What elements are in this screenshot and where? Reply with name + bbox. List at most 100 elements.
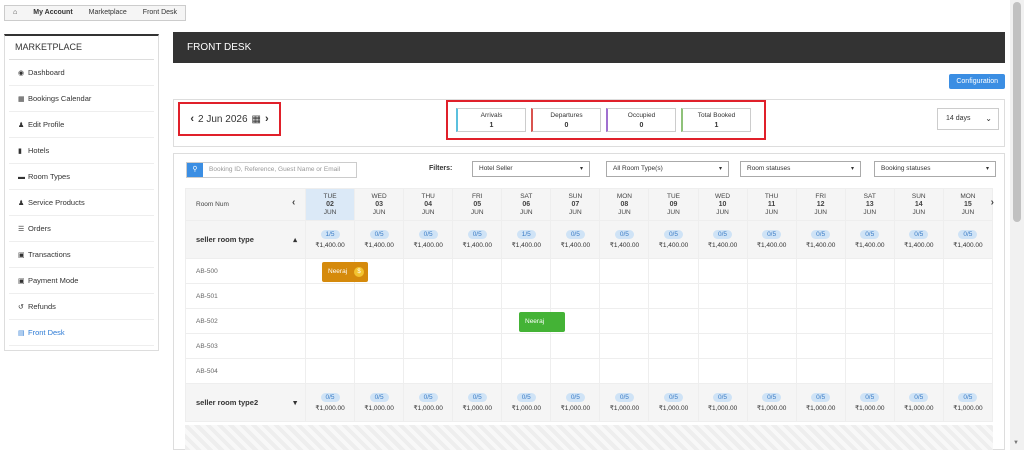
room-day-cell[interactable] [354,308,405,334]
room-day-cell[interactable] [599,308,650,334]
next-date-icon[interactable]: › [265,113,269,125]
room-day-cell[interactable] [844,308,895,334]
search-input[interactable]: Booking ID, Reference, Guest Name or Ema… [203,163,340,177]
room-day-cell[interactable] [795,358,846,384]
hotel-filter[interactable]: Hotel Seller ▾ [472,161,590,177]
room-day-cell[interactable] [942,258,994,284]
room-day-cell[interactable] [501,333,552,359]
room-day-cell[interactable] [942,333,994,359]
room-status-filter[interactable]: Room statuses ▾ [740,161,861,177]
room-day-cell[interactable] [452,333,503,359]
room-day-cell[interactable] [746,283,797,309]
sidebar-item-service-products[interactable]: ♟ Service Products [9,190,154,216]
booking-bar[interactable]: Neeraj $ [322,262,368,282]
room-day-cell[interactable] [550,333,601,359]
scrollbar[interactable]: ▼ [1010,0,1024,450]
sidebar-item-front-desk[interactable]: ▤ Front Desk [9,320,154,346]
sidebar-item-payment-mode[interactable]: ▣ Payment Mode [9,268,154,294]
room-day-cell[interactable] [599,358,650,384]
configuration-button[interactable]: Configuration [949,74,1005,89]
room-day-cell[interactable] [354,358,405,384]
room-day-cell[interactable] [844,283,895,309]
room-day-cell[interactable] [893,308,944,334]
room-day-cell[interactable] [501,358,552,384]
room-day-cell[interactable] [403,283,454,309]
breadcrumb-my-account[interactable]: My Account [25,6,80,20]
room-day-cell[interactable] [648,333,699,359]
info-icon[interactable]: $ [354,267,364,277]
room-day-cell[interactable] [403,308,454,334]
room-day-cell[interactable] [599,333,650,359]
caret-down-icon[interactable]: ▾ [293,398,297,407]
booking-status-filter[interactable]: Booking statuses ▾ [874,161,996,177]
room-day-cell[interactable] [795,283,846,309]
sidebar-item-orders[interactable]: ☰ Orders [9,216,154,242]
caret-up-icon[interactable]: ▴ [293,235,297,244]
room-day-cell[interactable] [354,333,405,359]
room-day-cell[interactable] [893,333,944,359]
room-day-cell[interactable] [550,258,601,284]
room-day-cell[interactable] [648,283,699,309]
room-day-cell[interactable] [550,283,601,309]
room-day-cell[interactable] [304,358,356,384]
room-day-cell[interactable] [893,283,944,309]
room-day-cell[interactable] [550,358,601,384]
room-day-cell[interactable] [697,308,748,334]
room-day-cell[interactable] [844,333,895,359]
room-day-cell[interactable] [697,358,748,384]
next-days-icon[interactable]: › [991,198,994,208]
sidebar-item-room-types[interactable]: ▬ Room Types [9,164,154,190]
room-day-cell[interactable] [403,258,454,284]
home-icon[interactable]: ⌂ [5,6,25,20]
room-day-cell[interactable] [648,308,699,334]
room-day-cell[interactable] [452,258,503,284]
room-day-cell[interactable] [844,358,895,384]
room-day-cell[interactable] [795,308,846,334]
room-day-cell[interactable] [746,258,797,284]
room-day-cell[interactable] [304,308,356,334]
room-day-cell[interactable] [795,333,846,359]
days-select[interactable]: 14 days ⌄ [937,108,999,130]
breadcrumb-marketplace[interactable]: Marketplace [81,6,135,20]
prev-days-icon[interactable]: ‹ [292,198,295,208]
sidebar-item-transactions[interactable]: ▣ Transactions [9,242,154,268]
room-day-cell[interactable] [403,333,454,359]
room-day-cell[interactable] [501,258,552,284]
sidebar-item-hotels[interactable]: ▮ Hotels [9,138,154,164]
room-day-cell[interactable] [648,358,699,384]
room-day-cell[interactable] [942,308,994,334]
sidebar-item-refunds[interactable]: ↺ Refunds [9,294,154,320]
sidebar-item-edit-profile[interactable]: ♟ Edit Profile [9,112,154,138]
room-day-cell[interactable] [746,333,797,359]
room-day-cell[interactable] [746,308,797,334]
room-day-cell[interactable] [354,283,405,309]
room-day-cell[interactable] [746,358,797,384]
room-day-cell[interactable] [697,333,748,359]
room-day-cell[interactable] [648,258,699,284]
booking-bar[interactable]: Neeraj [519,312,565,332]
room-type-filter[interactable]: All Room Type(s) ▾ [606,161,729,177]
room-day-cell[interactable] [501,283,552,309]
room-day-cell[interactable] [795,258,846,284]
room-day-cell[interactable] [304,283,356,309]
room-day-cell[interactable] [599,283,650,309]
room-day-cell[interactable] [893,358,944,384]
room-day-cell[interactable] [942,358,994,384]
sidebar-item-dashboard[interactable]: ◉ Dashboard [9,60,154,86]
calendar-icon[interactable]: ▦ [252,114,261,125]
room-type-name[interactable]: seller room type2 ▾ [185,383,306,422]
scroll-down-icon[interactable]: ▼ [1013,440,1019,446]
room-type-name[interactable]: seller room type ▴ [185,220,306,259]
room-day-cell[interactable] [942,283,994,309]
room-day-cell[interactable] [452,283,503,309]
room-day-cell[interactable] [599,258,650,284]
room-day-cell[interactable] [697,283,748,309]
prev-date-icon[interactable]: ‹ [190,113,194,125]
room-day-cell[interactable] [403,358,454,384]
date-value[interactable]: 2 Jun 2026 [198,114,248,125]
sidebar-item-bookings-calendar[interactable]: ▦ Bookings Calendar [9,86,154,112]
room-day-cell[interactable] [304,333,356,359]
room-day-cell[interactable] [697,258,748,284]
room-day-cell[interactable] [893,258,944,284]
room-day-cell[interactable] [452,308,503,334]
